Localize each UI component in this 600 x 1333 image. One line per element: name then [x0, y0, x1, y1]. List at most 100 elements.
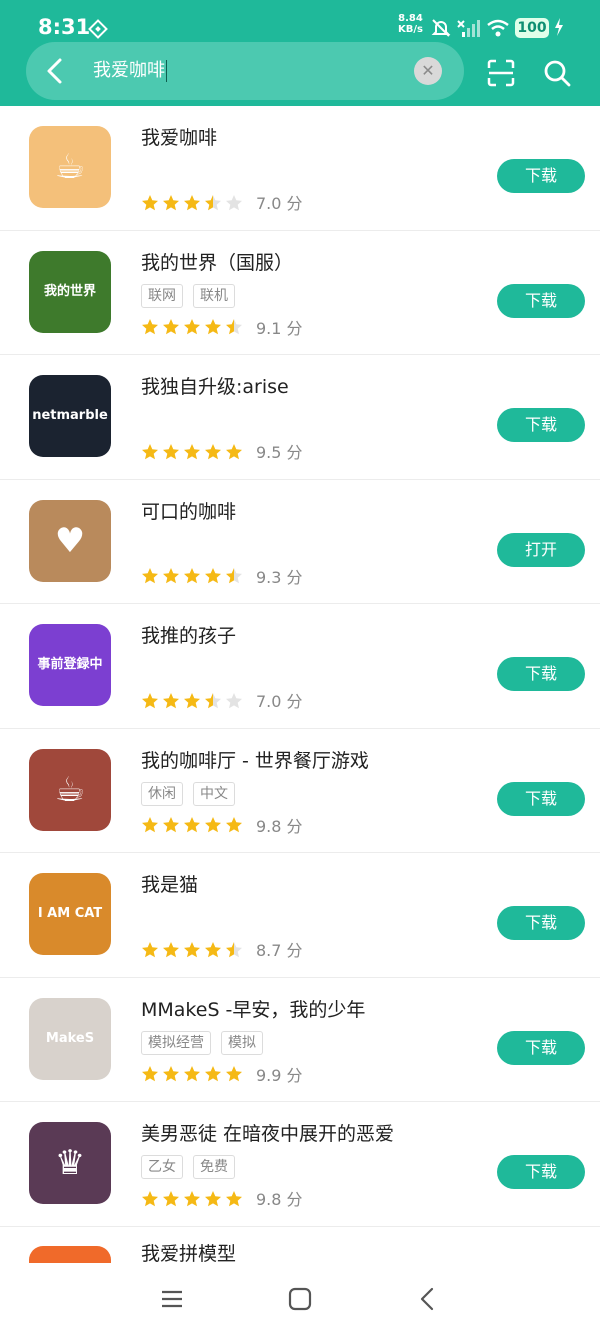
app-list-item[interactable]: ☕ 我爱咖啡 7.0 分 下载	[0, 106, 600, 231]
app-list-item[interactable]: ♥ 可口的咖啡 9.3 分 打开	[0, 480, 600, 604]
app-icon[interactable]: MakeS	[29, 997, 111, 1080]
rating-score: 7.0 分	[256, 194, 303, 213]
app-rating: 9.8 分	[141, 1186, 303, 1209]
star-filled-icon	[142, 1190, 158, 1207]
back-nav-icon[interactable]	[414, 1285, 442, 1313]
search-input[interactable]: 我爱咖啡	[93, 57, 167, 85]
app-icon[interactable]: ☕	[29, 748, 111, 831]
star-filled-icon	[226, 817, 242, 833]
rating-score: 8.7 分	[256, 941, 303, 960]
app-icon[interactable]: ♥	[29, 499, 111, 582]
app-icon[interactable]: I AM CAT	[29, 873, 111, 955]
rating-score: 9.5 分	[256, 443, 303, 462]
star-filled-icon	[184, 319, 200, 335]
star-rating	[141, 317, 246, 337]
search-results-list: ☕ 我爱咖啡 7.0 分下载 我的世界 我的世界（国服） 联网 联机 9.1 分下载 netma…	[0, 106, 600, 1227]
app-icon-art: 事前登録中	[37, 657, 103, 672]
charging-icon	[553, 17, 565, 41]
star-half-icon	[205, 692, 221, 709]
app-name: 可口的咖啡	[141, 500, 237, 523]
app-tags: 休闲 中文	[141, 781, 245, 806]
net-speed-unit: KB/s	[398, 24, 423, 35]
download-button[interactable]: 下载	[497, 408, 585, 442]
star-filled-icon	[226, 443, 242, 460]
app-icon[interactable]: 事前登録中	[29, 624, 111, 706]
app-icon[interactable]: ☕	[29, 126, 111, 208]
star-filled-icon	[163, 692, 179, 709]
app-list-item[interactable]: netmarble 我独自升级:arise 9.5 分 下载	[0, 355, 600, 480]
download-button[interactable]: 下载	[497, 283, 585, 318]
app-rating: 9.5 分	[141, 439, 303, 462]
app-tags: 联网 联机	[141, 283, 245, 308]
star-filled-icon	[163, 443, 179, 460]
app-name: 我爱咖啡	[141, 127, 218, 149]
star-filled-icon	[163, 568, 179, 584]
app-tag: 休闲	[141, 781, 183, 806]
app-list-item[interactable]: ☕ 我的咖啡厅 - 世界餐厅游戏 休闲 中文 9.8 分 下载	[0, 729, 600, 853]
net-speed-value: 8.84	[398, 13, 423, 24]
star-rating	[141, 192, 246, 212]
star-filled-icon	[226, 1190, 242, 1207]
status-time: 8:31	[38, 15, 91, 39]
wifi-icon	[486, 17, 510, 43]
download-button[interactable]: 下载	[497, 906, 585, 940]
star-half-icon	[226, 319, 242, 335]
download-button[interactable]: 下载	[497, 159, 585, 193]
status-bar: 8:31 8.84 KB/s 100	[0, 0, 600, 44]
star-rating	[141, 939, 246, 959]
back-icon[interactable]	[40, 56, 70, 86]
app-rating: 9.3 分	[141, 564, 303, 587]
star-filled-icon	[142, 319, 158, 335]
search-box[interactable]	[26, 42, 464, 100]
star-empty-icon	[226, 692, 242, 709]
star-rating	[141, 566, 246, 586]
app-name: 我的咖啡厅 - 世界餐厅游戏	[141, 749, 369, 772]
star-filled-icon	[142, 568, 158, 584]
app-list-item[interactable]: ♛ 美男恶徒 在暗夜中展开的恶爱 乙女 免费 9.8 分 下载	[0, 1102, 600, 1227]
app-list-item[interactable]: 我的世界 我的世界（国服） 联网 联机 9.1 分 下载	[0, 231, 600, 355]
star-rating	[141, 690, 246, 710]
app-diamond-icon	[88, 19, 108, 43]
download-button[interactable]: 下载	[497, 1155, 585, 1189]
app-icon-art: netmarble	[32, 408, 108, 423]
partial-list-item[interactable]: 我爱拼模型	[0, 1226, 600, 1263]
app-list-item[interactable]: MakeS MMakeS -早安，我的少年 模拟经营 模拟 9.9 分 下载	[0, 978, 600, 1102]
app-icon[interactable]: 我的世界	[29, 250, 111, 333]
app-icon[interactable]: netmarble	[29, 375, 111, 457]
clear-icon[interactable]: ✕	[414, 57, 442, 85]
star-filled-icon	[184, 1066, 200, 1082]
signal-icon	[456, 17, 480, 43]
star-half-icon	[226, 941, 242, 958]
app-tag: 联机	[193, 283, 235, 308]
app-name: 我是猫	[141, 874, 199, 896]
home-icon[interactable]	[286, 1285, 314, 1313]
star-half-icon	[205, 194, 221, 211]
search-query: 我爱咖啡	[93, 60, 165, 81]
open-button[interactable]: 打开	[497, 532, 585, 567]
app-rating: 9.1 分	[141, 315, 303, 338]
menu-icon[interactable]	[158, 1285, 186, 1313]
star-filled-icon	[142, 817, 158, 833]
download-button[interactable]: 下载	[497, 781, 585, 816]
star-filled-icon	[184, 443, 200, 460]
star-filled-icon	[184, 692, 200, 709]
star-filled-icon	[184, 941, 200, 958]
app-list-item[interactable]: 事前登録中 我推的孩子 7.0 分 下载	[0, 604, 600, 729]
star-filled-icon	[142, 1066, 158, 1082]
scan-icon[interactable]	[486, 58, 516, 88]
star-filled-icon	[205, 941, 221, 958]
search-icon[interactable]	[542, 58, 572, 88]
star-filled-icon	[163, 817, 179, 833]
app-rating: 8.7 分	[141, 937, 303, 960]
download-button[interactable]: 下载	[497, 657, 585, 691]
app-list-item[interactable]: I AM CAT 我是猫 8.7 分 下载	[0, 853, 600, 978]
app-tags: 模拟经营 模拟	[141, 1030, 273, 1055]
app-icon-art: ♛	[54, 1143, 86, 1183]
app-name: 我的世界（国服）	[141, 251, 294, 274]
download-button[interactable]: 下载	[497, 1030, 585, 1065]
app-icon[interactable]: ♛	[29, 1122, 111, 1204]
app-icon	[29, 1246, 111, 1263]
star-filled-icon	[205, 1066, 221, 1082]
star-filled-icon	[205, 1190, 221, 1207]
star-half-icon	[226, 568, 242, 584]
